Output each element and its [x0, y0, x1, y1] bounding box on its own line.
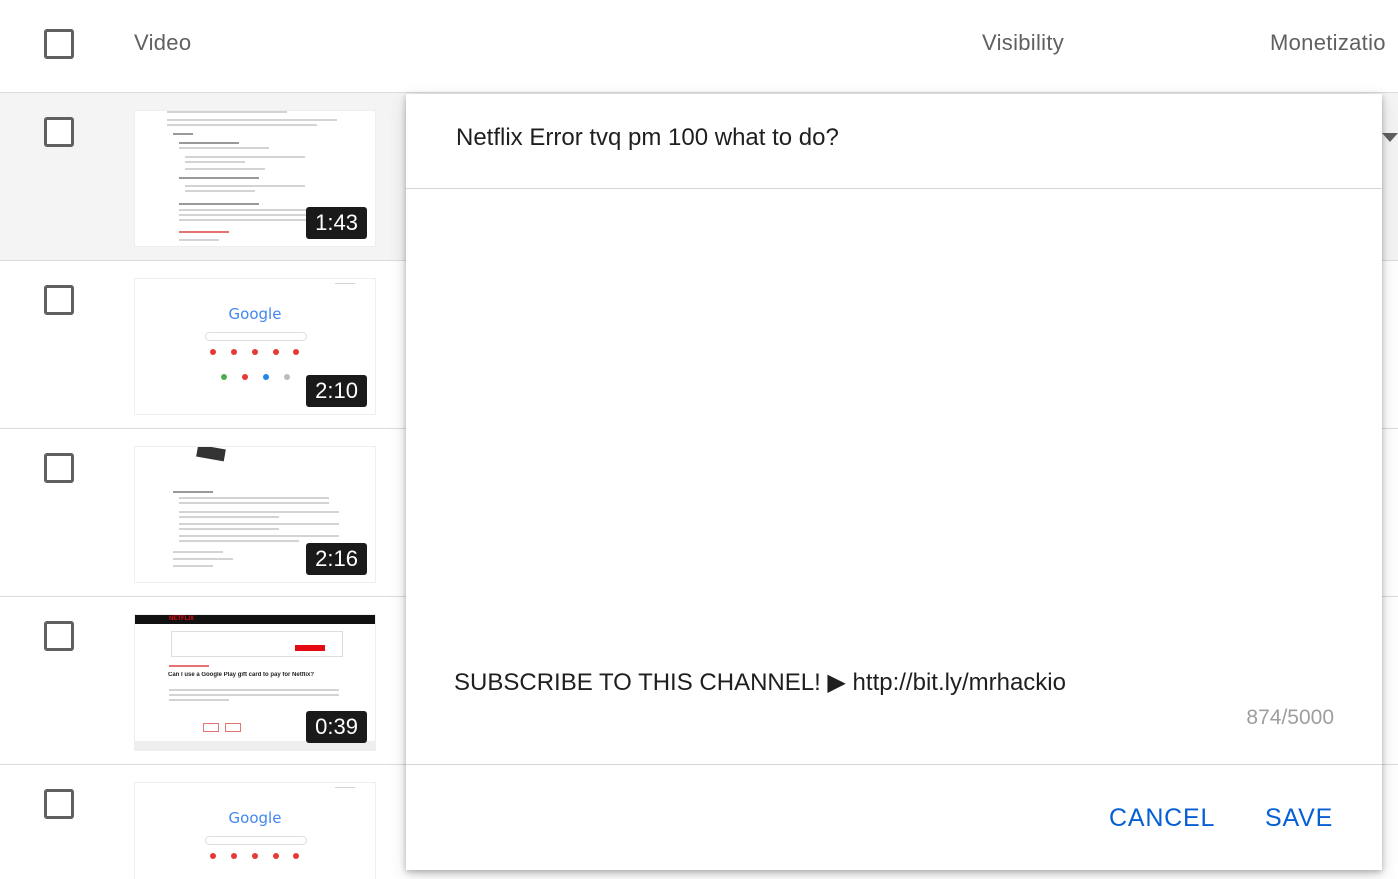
cancel-button[interactable]: CANCEL: [1109, 804, 1215, 833]
character-counter: 874/5000: [1246, 706, 1334, 729]
row-checkbox[interactable]: [44, 117, 74, 147]
row-checkbox[interactable]: [44, 453, 74, 483]
netflix-logo: NETFLIX: [169, 616, 194, 622]
video-thumbnail[interactable]: Google 2:10: [134, 278, 376, 415]
row-checkbox[interactable]: [44, 621, 74, 651]
column-header-monetization[interactable]: Monetizatio: [1270, 30, 1386, 56]
video-thumbnail[interactable]: 1:43: [134, 110, 376, 247]
description-textarea[interactable]: SUBSCRIBE TO THIS CHANNEL! ▶ http://bit.…: [406, 189, 1382, 764]
table-header: Video Visibility Monetizatio: [0, 0, 1398, 93]
video-thumbnail[interactable]: NETFLIX Can I use a Google Play gift car…: [134, 614, 376, 751]
description-text: SUBSCRIBE TO THIS CHANNEL! ▶ http://bit.…: [454, 669, 1066, 696]
video-duration: 2:10: [306, 375, 367, 407]
column-header-visibility[interactable]: Visibility: [982, 30, 1064, 56]
select-all-checkbox[interactable]: [44, 29, 74, 59]
row-checkbox[interactable]: [44, 285, 74, 315]
save-button[interactable]: SAVE: [1265, 804, 1333, 833]
video-thumbnail[interactable]: 2:16: [134, 446, 376, 583]
divider: [406, 764, 1382, 765]
column-header-video[interactable]: Video: [134, 30, 191, 56]
video-duration: 2:16: [306, 543, 367, 575]
thumbnail-headline: Can I use a Google Play gift card to pay…: [168, 672, 315, 678]
google-logo: Google: [228, 305, 282, 323]
video-thumbnail[interactable]: Google: [134, 782, 376, 879]
router-image: [196, 447, 226, 462]
video-duration: 1:43: [306, 207, 367, 239]
video-duration: 0:39: [306, 711, 367, 743]
google-logo: Google: [228, 809, 282, 827]
dropdown-caret-icon[interactable]: [1382, 133, 1398, 142]
edit-video-panel: Netflix Error tvq pm 100 what to do? SUB…: [406, 94, 1382, 870]
row-checkbox[interactable]: [44, 789, 74, 819]
video-title-field[interactable]: Netflix Error tvq pm 100 what to do?: [456, 124, 839, 152]
